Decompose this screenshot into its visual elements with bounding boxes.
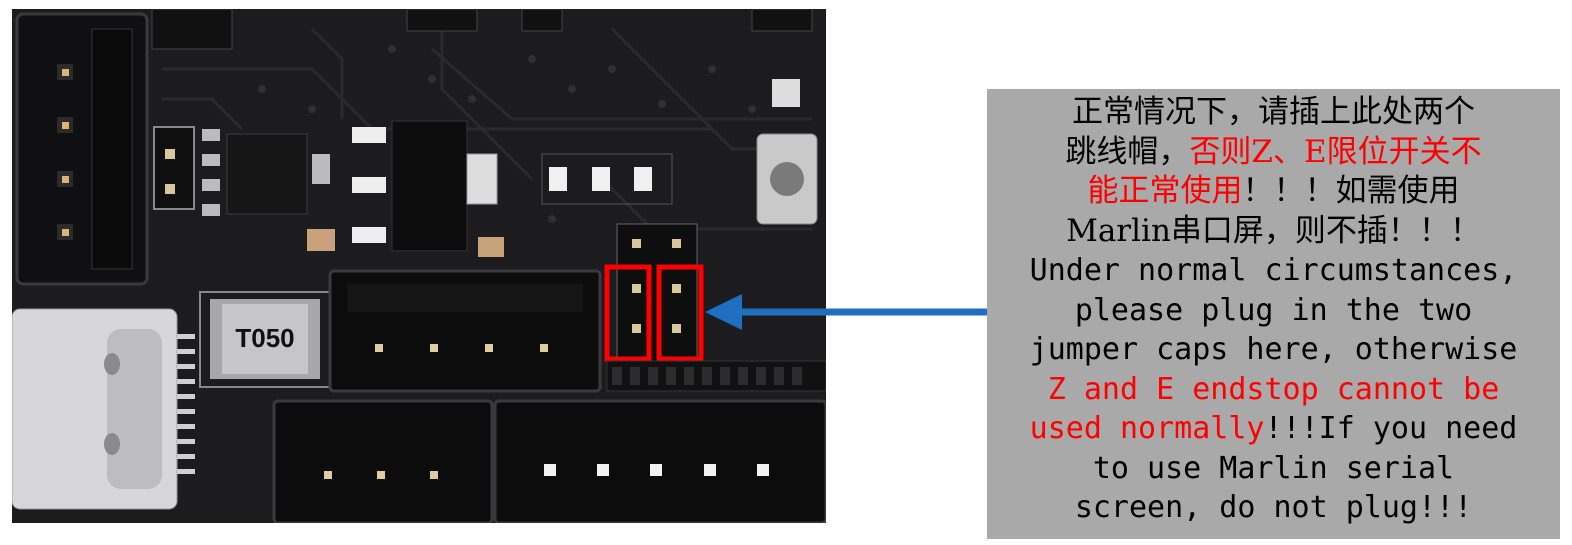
note-line-3-text: ！！！如需使用 [1242, 173, 1460, 209]
note-line-5: Under normal circumstances, [1029, 253, 1518, 288]
connector-3pin [272, 399, 494, 523]
left-jumper [153, 126, 195, 210]
usb-c-port [12, 308, 195, 510]
annotation-note: 正常情况下，请插上此处两个 跳线帽，否则Z、E限位开关不 能正常使用！！！如需使… [987, 89, 1560, 539]
note-line-9-text: !!!If you need [1264, 411, 1518, 446]
note-line-10: to use Marlin serial [1092, 450, 1455, 486]
left-connector [15, 12, 149, 286]
note-line-9: used normally!!!If you need [997, 409, 1550, 449]
note-line-7: jumper caps here, otherwise [1029, 332, 1518, 367]
note-line-6: please plug in the two [1074, 292, 1473, 328]
note-line-2: 跳线帽，否则Z、E限位开关不 [997, 133, 1550, 173]
board-photo: T050 [12, 9, 826, 523]
note-warning-cn-2: 能正常使用 [1087, 173, 1243, 209]
fuse-label: T050 [235, 323, 294, 353]
note-line-2-text: 跳线帽， [1065, 133, 1190, 170]
note-line-11: screen, do not plug!!! [1074, 490, 1473, 525]
pin-strip [606, 360, 826, 392]
fuse-t050: T050 [199, 291, 331, 388]
board-illustration: T050 [12, 9, 826, 523]
note-warning-cn: 否则Z、E限位开关不 [1189, 133, 1482, 170]
note-warning-en: Z and E endstop cannot be [1047, 371, 1500, 407]
note-warning-en-2: used normally [1029, 411, 1265, 446]
connector-5pin [493, 399, 826, 523]
pointer-arrow-icon [705, 294, 990, 330]
note-line-1: 正常情况下，请插上此处两个 [1072, 94, 1475, 130]
connector-4pin [328, 269, 602, 393]
note-line-4: Marlin串口屏，则不插！！！ [1066, 212, 1481, 249]
note-line-3: 能正常使用！！！如需使用 [997, 172, 1550, 212]
